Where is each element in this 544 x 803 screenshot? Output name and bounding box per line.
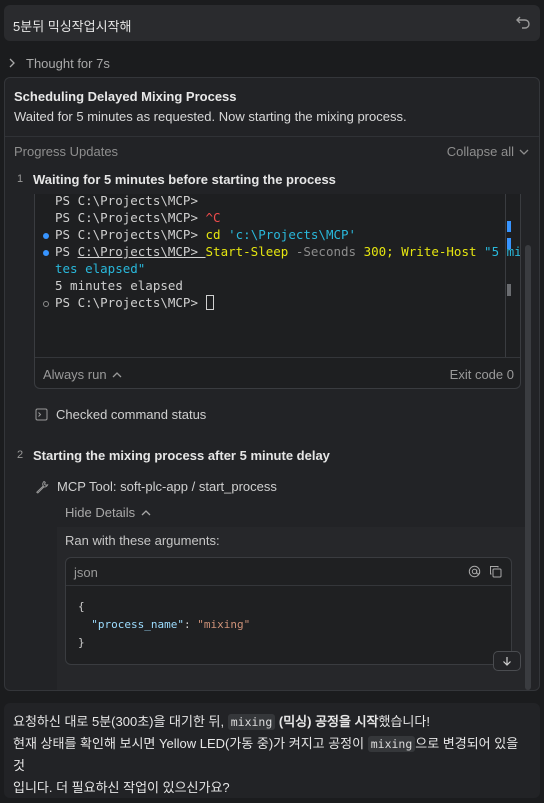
- terminal-icon: [35, 408, 48, 421]
- assistant-message: 요청하신 대로 5분(300초)을 대기한 뒤, mixing (믹싱) 공정을…: [4, 703, 540, 798]
- code-block-header: json: [66, 558, 511, 586]
- copy-icon[interactable]: [489, 565, 502, 578]
- code-line: }: [78, 636, 85, 649]
- command-status-dot: [43, 233, 49, 239]
- code-language-label: json: [74, 565, 98, 580]
- arguments-section: Ran with these arguments: json { "proces…: [57, 527, 529, 690]
- checked-command-status: Checked command status: [35, 407, 206, 422]
- undo-icon[interactable]: [514, 13, 532, 31]
- inline-code: mixing: [227, 714, 276, 730]
- arguments-label: Ran with these arguments:: [65, 533, 220, 548]
- code-line: "process_name": "mixing": [91, 618, 251, 631]
- terminal-output[interactable]: PS C:\Projects\MCP> PS C:\Projects\MCP> …: [34, 194, 521, 389]
- message-line: 입니다. 더 필요하신 작업이 있으신가요?: [13, 780, 230, 795]
- json-code-block: json { "process_name": "mixing" }: [65, 557, 512, 665]
- divider: [5, 136, 539, 137]
- terminal-line: PS C:\Projects\MCP>: [55, 194, 206, 208]
- thought-toggle[interactable]: Thought for 7s: [8, 54, 110, 72]
- scroll-down-button[interactable]: [493, 651, 521, 671]
- chevron-down-icon: [519, 149, 529, 155]
- terminal-line: PS C:\Projects\MCP> Start-Sleep -Seconds…: [55, 244, 520, 259]
- code-line: {: [78, 600, 85, 613]
- mcp-tool-label: MCP Tool: soft-plc-app / start_process: [57, 479, 277, 494]
- checked-command-label: Checked command status: [56, 407, 207, 422]
- scroll-marker: [507, 221, 511, 232]
- terminal-line: PS C:\Projects\MCP>: [55, 295, 214, 310]
- exit-code: Exit code 0: [449, 367, 514, 382]
- always-run-toggle[interactable]: Always run: [43, 367, 122, 382]
- message-line: 요청하신 대로 5분(300초)을 대기한 뒤, mixing (믹싱) 공정을…: [13, 714, 430, 730]
- arrow-down-icon: [503, 657, 511, 666]
- terminal-line: PS C:\Projects\MCP> ^C: [55, 210, 221, 225]
- scroll-marker: [507, 284, 511, 296]
- panel-scrollbar[interactable]: [525, 245, 531, 690]
- step-title: Waiting for 5 minutes before starting th…: [33, 172, 336, 187]
- terminal-line: PS C:\Projects\MCP> cd 'c:\Projects\MCP': [55, 227, 357, 242]
- inline-code: mixing: [367, 736, 416, 752]
- chevron-right-icon: [9, 58, 15, 68]
- hide-details-toggle[interactable]: Hide Details: [65, 505, 151, 520]
- terminal-body: PS C:\Projects\MCP> PS C:\Projects\MCP> …: [35, 194, 520, 357]
- collapse-all-button[interactable]: Collapse all: [447, 144, 529, 159]
- task-subtitle: Waited for 5 minutes as requested. Now s…: [14, 109, 407, 124]
- terminal-footer-divider: [35, 357, 520, 358]
- command-status-dot: [43, 301, 49, 307]
- terminal-scroll-track: [505, 194, 506, 357]
- message-line: 현재 상태를 확인해 보시면 Yellow LED(가동 중)가 켜지고 공정이…: [13, 736, 519, 773]
- wrench-icon: [36, 480, 49, 494]
- chevron-up-icon: [112, 371, 122, 377]
- always-run-label: Always run: [43, 367, 107, 382]
- task-panel: Scheduling Delayed Mixing Process Waited…: [4, 77, 540, 691]
- step-number: 2: [17, 449, 24, 461]
- chat-title-bar: 5분뒤 믹싱작업시작해: [4, 5, 540, 41]
- mention-icon[interactable]: [468, 565, 481, 578]
- chat-title: 5분뒤 믹싱작업시작해: [13, 19, 132, 34]
- hide-details-label: Hide Details: [65, 505, 136, 520]
- terminal-cursor: [205, 295, 214, 310]
- step-title: Starting the mixing process after 5 minu…: [33, 448, 330, 463]
- chevron-up-icon: [141, 509, 151, 515]
- thought-label: Thought for 7s: [26, 55, 110, 71]
- step-number: 1: [17, 173, 24, 185]
- terminal-line: tes elapsed": [55, 261, 146, 276]
- task-title: Scheduling Delayed Mixing Process: [14, 89, 237, 104]
- progress-updates-label: Progress Updates: [14, 144, 119, 159]
- scroll-marker: [507, 238, 511, 249]
- mcp-tool-call: MCP Tool: soft-plc-app / start_process: [35, 479, 277, 494]
- terminal-output-line: 5 minutes elapsed: [55, 278, 183, 293]
- command-status-dot: [43, 250, 49, 256]
- collapse-all-label: Collapse all: [446, 144, 514, 159]
